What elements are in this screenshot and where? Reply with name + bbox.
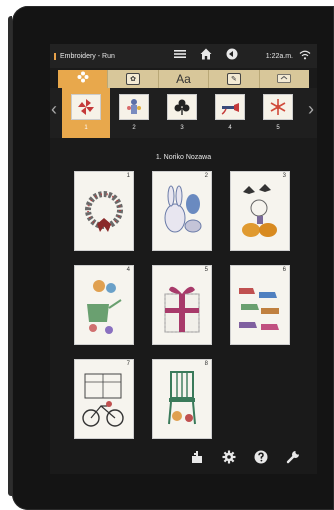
tab-text[interactable]: Aa <box>159 70 210 88</box>
clock: 1:22a.m. <box>265 52 293 60</box>
gift-box-design <box>164 286 200 333</box>
menu-icon[interactable] <box>174 49 186 61</box>
wrench-icon[interactable] <box>286 450 300 464</box>
app-title: Embroidery - Run <box>54 52 115 60</box>
design-number: 8 <box>204 361 208 367</box>
screen: Embroidery - Run 1:22a.m. ✿ Aa ✎ ‹ 1 2 3… <box>50 44 317 474</box>
machine-icon[interactable] <box>190 450 204 464</box>
tab-designs[interactable]: ✿ <box>108 70 159 88</box>
flower-settings-icon <box>77 70 89 88</box>
design-number: 3 <box>282 173 286 179</box>
category-tabs: ✿ Aa ✎ <box>58 70 309 88</box>
design-card[interactable]: 1 <box>74 171 134 251</box>
chevron-left-icon[interactable]: ‹ <box>50 96 58 122</box>
bezel-edge <box>8 16 12 496</box>
design-icon: ✿ <box>126 73 141 85</box>
carousel-item[interactable]: 4 <box>206 88 254 138</box>
back-icon[interactable] <box>226 48 238 62</box>
status-bar: Embroidery - Run 1:22a.m. <box>50 44 317 68</box>
carousel-number: 1 <box>84 125 88 131</box>
design-number: 5 <box>204 267 208 273</box>
design-card[interactable]: 4 <box>74 265 134 345</box>
text-tab-label: Aa <box>176 72 191 86</box>
design-card[interactable]: 7 <box>74 359 134 439</box>
carousel-number: 5 <box>276 125 280 131</box>
collection-title: 1. Noriko Nozawa <box>155 154 212 161</box>
carousel-number: 4 <box>228 125 232 131</box>
carousel-number: 2 <box>132 125 136 131</box>
bicycle-design <box>82 373 124 427</box>
carousel-item[interactable]: 1 <box>62 88 110 138</box>
design-number: 7 <box>126 361 130 367</box>
wreath-design <box>85 191 123 232</box>
design-card[interactable]: 5 <box>152 265 212 345</box>
pinwheel-thumbnail <box>71 94 101 120</box>
chevron-right-icon[interactable]: › <box>307 96 315 122</box>
chair-design <box>168 371 196 425</box>
gear-icon[interactable] <box>222 450 236 464</box>
figure-thumbnail <box>119 94 149 120</box>
carousel-item[interactable]: 3 <box>158 88 206 138</box>
design-card[interactable]: 2 <box>152 171 212 251</box>
design-number: 4 <box>126 267 130 273</box>
watering-can-design <box>87 280 122 334</box>
wifi-icon <box>299 50 311 62</box>
design-carousel: ‹ 1 2 3 4 5 › <box>50 88 317 138</box>
folder-icon <box>277 70 292 88</box>
design-card[interactable]: 6 <box>230 265 290 345</box>
tab-folder[interactable] <box>260 70 309 88</box>
home-icon[interactable] <box>200 48 212 62</box>
design-number: 6 <box>282 267 286 273</box>
carousel-item[interactable]: 2 <box>110 88 158 138</box>
design-number: 2 <box>204 173 208 179</box>
shoes-design <box>239 288 279 330</box>
design-card[interactable]: 3 <box>230 171 290 251</box>
tab-edit[interactable]: ✎ <box>209 70 260 88</box>
clover-thumbnail <box>167 94 197 120</box>
design-number: 1 <box>126 173 130 179</box>
help-icon[interactable] <box>254 450 268 464</box>
design-card[interactable]: 8 <box>152 359 212 439</box>
bottom-toolbar <box>190 450 300 464</box>
bunny-design <box>164 185 202 233</box>
paintbrush-thumbnail <box>215 94 245 120</box>
tab-decorative[interactable] <box>58 70 109 88</box>
carousel-number: 3 <box>180 125 184 131</box>
carousel-item[interactable]: 5 <box>254 88 302 138</box>
edit-design-icon: ✎ <box>226 73 241 85</box>
halloween-design <box>242 184 277 237</box>
snowflake-thumbnail <box>263 94 293 120</box>
